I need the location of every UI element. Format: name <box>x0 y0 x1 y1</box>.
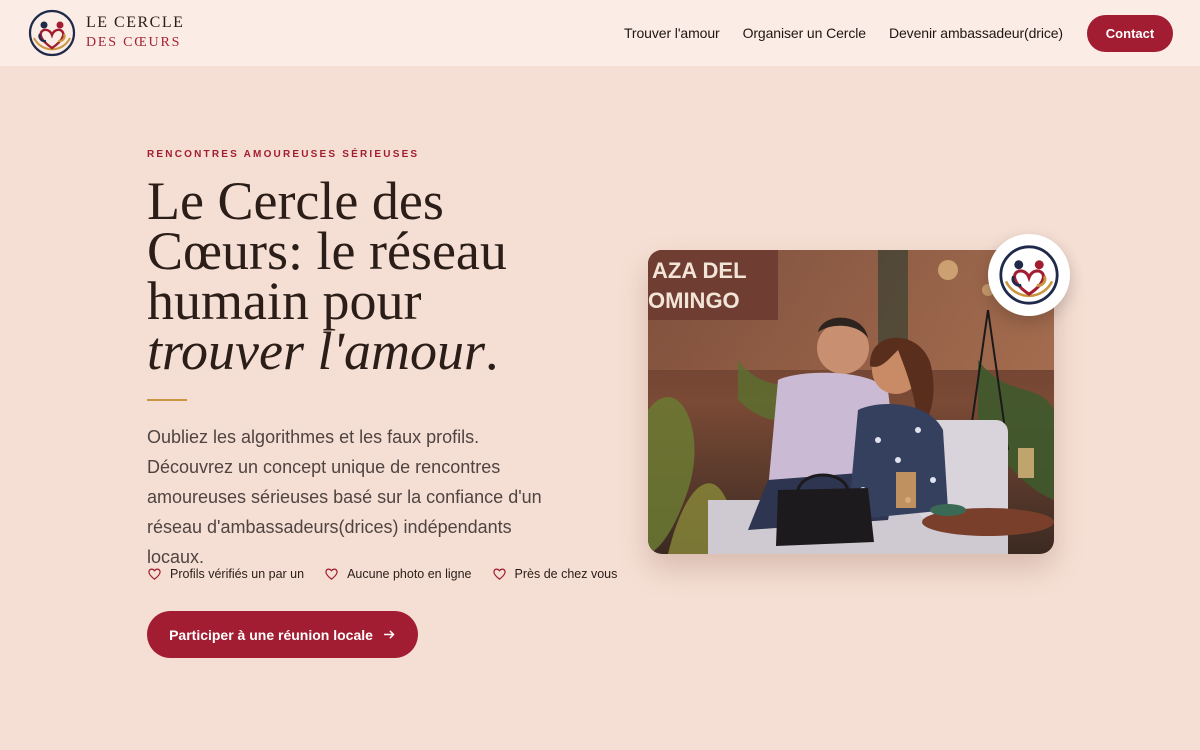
brand-name-line2: DES CŒURS <box>86 35 182 50</box>
gold-divider <box>147 399 187 401</box>
cta-label: Participer à une réunion locale <box>169 626 373 643</box>
arrow-right-icon <box>383 630 395 639</box>
join-local-meeting-button[interactable]: Participer à une réunion locale <box>147 611 418 658</box>
hero-eyebrow: RENCONTRES AMOUREUSES SÉRIEUSES <box>147 149 420 160</box>
heart-outline-icon <box>492 568 506 580</box>
feature-label: Près de chez vous <box>514 566 618 581</box>
logo-mark-icon <box>28 9 76 57</box>
brand-wordmark: LE CERCLE DES CŒURS <box>86 13 184 53</box>
brand-name-line1: LE CERCLE <box>86 14 185 31</box>
site-header: LE CERCLE DES CŒURS Trouver l'amour Orga… <box>0 0 1200 66</box>
headline-emphasis: trouver l'amour <box>147 321 486 381</box>
nav-item-trouver-amour[interactable]: Trouver l'amour <box>624 25 720 41</box>
photo-logo-badge <box>988 234 1070 316</box>
feature-item: Aucune photo en ligne <box>324 566 472 581</box>
hero-lead-paragraph: Oubliez les algorithmes et les faux prof… <box>147 427 542 567</box>
feature-label: Aucune photo en ligne <box>347 566 472 581</box>
heart-outline-icon <box>148 568 161 580</box>
feature-label: Profils vérifiés un par un <box>170 566 305 581</box>
hero-headline: Le Cercle des Cœurs: le réseau humain po… <box>147 174 567 378</box>
feature-list: Profils vérifiés un par un Aucune photo … <box>147 566 617 581</box>
nav-item-devenir-ambassadeur[interactable]: Devenir ambassadeur(drice) <box>889 25 1063 41</box>
nav-item-organiser-cercle[interactable]: Organiser un Cercle <box>743 25 866 41</box>
contact-button[interactable]: Contact <box>1087 15 1173 52</box>
main-nav: Trouver l'amour Organiser un Cercle Deve… <box>624 0 1063 66</box>
logo-mark-icon <box>999 245 1059 305</box>
heart-outline-icon <box>325 568 338 580</box>
feature-item: Profils vérifiés un par un <box>147 566 304 581</box>
sign-text-line2: OMINGO <box>648 288 740 313</box>
feature-item: Près de chez vous <box>492 566 618 581</box>
headline-period: . <box>485 321 499 381</box>
brand-logo[interactable]: LE CERCLE DES CŒURS <box>28 8 184 58</box>
sign-text-line1: AZA DEL <box>652 258 747 283</box>
